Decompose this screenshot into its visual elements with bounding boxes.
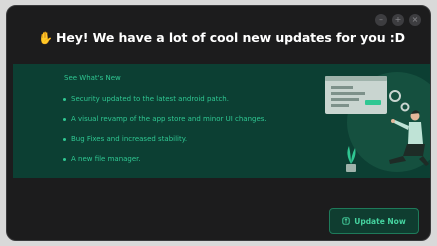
list-item: A new file manager. — [63, 149, 267, 169]
update-item-text: A visual revamp of the app store and min… — [71, 115, 267, 123]
update-list: Security updated to the latest android p… — [63, 89, 267, 169]
illustration — [325, 72, 430, 172]
whats-new-heading: See What's New — [64, 74, 121, 82]
close-button[interactable]: × — [409, 14, 421, 26]
update-item-text: Security updated to the latest android p… — [71, 95, 229, 103]
update-icon — [342, 217, 350, 225]
plant-graphic — [346, 146, 356, 172]
window-controls: – + × — [375, 14, 421, 26]
update-now-label: Update Now — [354, 216, 406, 226]
maximize-button[interactable]: + — [392, 14, 404, 26]
dialog-header: ✋ Hey! We have a lot of cool new updates… — [38, 30, 405, 45]
bullet-icon — [63, 97, 66, 101]
dialog-title: Hey! We have a lot of cool new updates f… — [55, 30, 405, 45]
list-item: Bug Fixes and increased stability. — [63, 129, 267, 149]
minimize-button[interactable]: – — [375, 14, 387, 26]
update-item-text: A new file manager. — [71, 155, 141, 163]
update-item-text: Bug Fixes and increased stability. — [71, 135, 188, 143]
bullet-icon — [63, 137, 66, 141]
bullet-icon — [63, 117, 66, 121]
update-now-button[interactable]: Update Now — [329, 208, 419, 234]
list-item: A visual revamp of the app store and min… — [63, 109, 267, 129]
list-item: Security updated to the latest android p… — [63, 89, 267, 109]
waving-hand-icon: ✋ — [38, 30, 53, 45]
bullet-icon — [63, 157, 66, 161]
update-dialog: – + × ✋ Hey! We have a lot of cool new u… — [6, 5, 431, 241]
whats-new-banner: See What's New Security updated to the l… — [13, 64, 430, 178]
